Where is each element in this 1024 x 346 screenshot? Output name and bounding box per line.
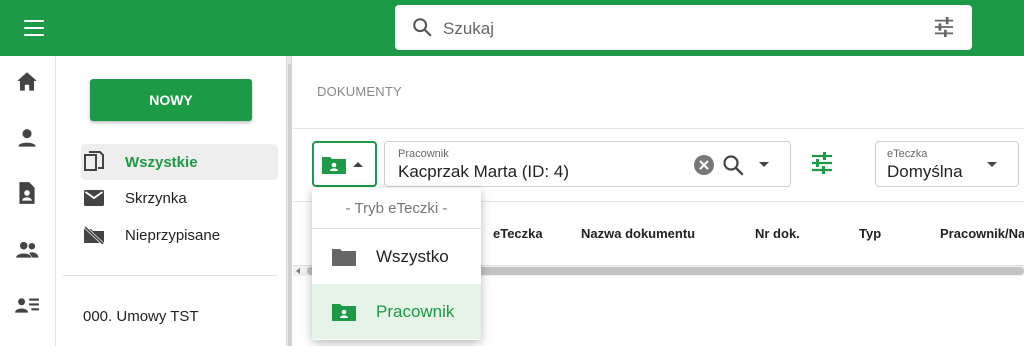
sidebar-item-skrzynka[interactable]: Skrzynka (81, 180, 278, 216)
clear-icon[interactable] (693, 154, 715, 176)
eteczka-select[interactable]: eTeczka Domyślna (875, 141, 1019, 187)
eteczka-mode-menu: - Tryb eTeczki - Wszystko Pracownik (312, 188, 481, 340)
top-app-bar: Szukaj (0, 0, 1024, 56)
folder-icon (332, 247, 356, 267)
eteczka-mode-button[interactable] (312, 141, 377, 187)
panel-splitter[interactable] (286, 56, 292, 346)
sidebar: NOWY Wszystkie Skrzynka Nieprzypisane 00… (57, 56, 286, 346)
menu-item-label: Wszystko (376, 246, 449, 266)
mail-icon (84, 188, 104, 208)
eteczka-value[interactable]: Domyślna (887, 162, 963, 182)
copy-icon (84, 151, 104, 172)
sidebar-item-wszystkie[interactable]: Wszystkie (81, 144, 278, 180)
page-title: DOKUMENTY (317, 84, 402, 99)
employee-select[interactable]: Pracownik Kacprzak Marta (ID: 4) (384, 141, 791, 187)
menu-header: - Tryb eTeczki - (312, 188, 481, 229)
employee-value[interactable]: Kacprzak Marta (ID: 4) (398, 162, 569, 182)
column-header-eteczka[interactable]: eTeczka (493, 226, 543, 241)
sidebar-item-label: Wszystkie (125, 153, 198, 171)
document-person-icon[interactable] (14, 180, 42, 208)
search-icon (413, 18, 432, 37)
search-icon[interactable] (721, 153, 745, 177)
eteczka-label: eTeczka (887, 148, 928, 160)
folder-off-icon (84, 225, 104, 245)
new-document-button[interactable]: NOWY (90, 79, 252, 121)
home-icon[interactable] (14, 69, 42, 97)
sidebar-folder-item[interactable]: 000. Umowy TST (83, 308, 199, 325)
folder-person-icon (332, 302, 356, 322)
nav-rail (0, 56, 56, 346)
sidebar-item-nieprzypisane[interactable]: Nieprzypisane (81, 217, 278, 253)
search-bar[interactable]: Szukaj (395, 5, 972, 50)
scroll-left-icon[interactable] (296, 268, 300, 274)
employee-label: Pracownik (398, 148, 449, 160)
caret-up-icon (353, 162, 363, 167)
menu-item-wszystko[interactable]: Wszystko (312, 229, 481, 284)
folder-person-icon (322, 157, 346, 174)
sidebar-item-label: Nieprzypisane (125, 226, 221, 244)
column-header-doc-number[interactable]: Nr dok. (755, 226, 800, 241)
tune-icon[interactable] (933, 17, 955, 37)
contact-list-icon[interactable] (14, 292, 42, 320)
filter-tune-icon[interactable] (810, 151, 834, 175)
people-icon[interactable] (14, 237, 42, 265)
divider (293, 128, 1024, 129)
column-header-document-name[interactable]: Nazwa dokumentu (581, 226, 695, 241)
person-icon[interactable] (14, 125, 42, 153)
search-placeholder[interactable]: Szukaj (443, 19, 494, 39)
chevron-down-icon[interactable] (987, 162, 997, 167)
chevron-down-icon[interactable] (759, 162, 769, 167)
menu-item-label: Pracownik (376, 301, 455, 321)
menu-item-pracownik[interactable]: Pracownik (312, 284, 481, 339)
hamburger-menu-icon[interactable] (20, 16, 50, 40)
sidebar-item-label: Skrzynka (125, 189, 187, 207)
column-header-type[interactable]: Typ (859, 226, 881, 241)
sidebar-divider (63, 275, 277, 276)
column-header-employee[interactable]: Pracownik/Na (940, 226, 1024, 241)
